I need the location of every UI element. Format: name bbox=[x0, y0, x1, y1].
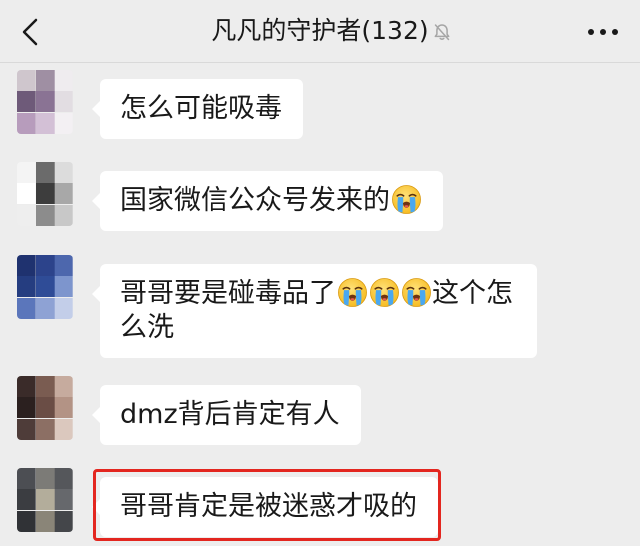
title-bar: 凡凡的守护者(132) bbox=[0, 0, 640, 62]
sender-avatar[interactable] bbox=[17, 255, 73, 319]
sender-avatar[interactable] bbox=[17, 376, 73, 440]
message-text: 怎么可能吸毒 bbox=[120, 93, 282, 124]
loudly-crying-face-icon bbox=[337, 277, 368, 308]
loudly-crying-face-icon bbox=[401, 277, 432, 308]
loudly-crying-face-icon bbox=[391, 184, 422, 215]
message-row: dmz背后肯定有人 bbox=[0, 376, 640, 445]
more-dots-icon bbox=[588, 29, 618, 35]
message-row: 国家微信公众号发来的 bbox=[0, 162, 640, 231]
message-text: 哥哥要是碰毒品了 bbox=[120, 278, 336, 309]
sender-avatar[interactable] bbox=[17, 162, 73, 226]
message-text: dmz背后肯定有人 bbox=[120, 399, 340, 430]
message-bubble[interactable]: dmz背后肯定有人 bbox=[92, 385, 361, 445]
message-text: 哥哥肯定是被迷惑才吸的 bbox=[120, 491, 417, 522]
sender-avatar[interactable] bbox=[17, 70, 73, 134]
title-group: 凡凡的守护者(132) bbox=[211, 16, 450, 46]
message-list[interactable]: 怎么可能吸毒 国家微信公众号发来的 哥哥要是碰毒品了 这个怎么洗 dmz背后肯定有… bbox=[0, 63, 640, 546]
message-bubble[interactable]: 哥哥肯定是被迷惑才吸的 bbox=[92, 469, 441, 541]
loudly-crying-face-icon bbox=[369, 277, 400, 308]
message-text: 国家微信公众号发来的 bbox=[120, 185, 390, 216]
message-row: 怎么可能吸毒 bbox=[0, 70, 640, 139]
chat-header: 凡凡的守护者(132) bbox=[0, 0, 640, 63]
message-bubble[interactable]: 怎么可能吸毒 bbox=[92, 79, 303, 139]
more-button[interactable] bbox=[586, 20, 620, 44]
message-row: 哥哥肯定是被迷惑才吸的 bbox=[0, 468, 640, 541]
bell-slash-icon bbox=[434, 24, 450, 41]
sender-avatar[interactable] bbox=[17, 468, 73, 532]
message-row: 哥哥要是碰毒品了 这个怎么洗 bbox=[0, 255, 640, 358]
message-bubble[interactable]: 国家微信公众号发来的 bbox=[92, 171, 443, 231]
chat-title: 凡凡的守护者(132) bbox=[211, 16, 429, 45]
message-bubble[interactable]: 哥哥要是碰毒品了 这个怎么洗 bbox=[92, 264, 537, 358]
